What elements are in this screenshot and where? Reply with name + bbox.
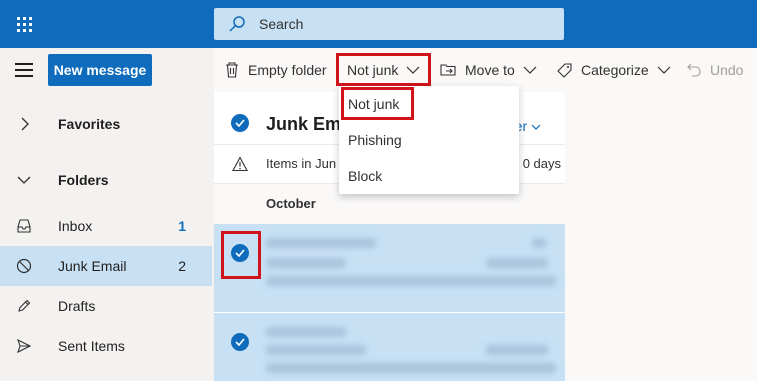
- move-folder-icon: [440, 64, 456, 76]
- message-checkbox[interactable]: [231, 333, 249, 351]
- move-to-label: Move to: [465, 62, 515, 78]
- menu-item-label: Phishing: [348, 132, 402, 148]
- month-label: October: [266, 196, 316, 211]
- redacted-sender: [266, 238, 376, 248]
- redacted-preview: [266, 276, 556, 286]
- message-row[interactable]: [214, 313, 565, 381]
- search-icon: [229, 16, 245, 32]
- sidebar-item-sent-items[interactable]: Sent Items: [0, 326, 212, 366]
- new-message-button[interactable]: New message: [48, 54, 152, 86]
- send-icon: [17, 338, 32, 354]
- menu-item-label: Block: [348, 168, 383, 184]
- redacted-subject: [266, 258, 346, 268]
- unread-count: 1: [178, 218, 186, 234]
- sidebar-item-junk-email[interactable]: Junk Email 2: [0, 246, 212, 286]
- sidebar-item-label: Junk Email: [58, 258, 127, 274]
- blocked-icon: [16, 258, 32, 274]
- search-input[interactable]: Search: [259, 16, 303, 32]
- redacted-sender: [266, 327, 346, 337]
- chevron-down-icon: [531, 124, 541, 130]
- undo-label: Undo: [710, 62, 744, 78]
- folders-label: Folders: [58, 172, 109, 188]
- empty-folder-button[interactable]: Empty folder: [224, 48, 327, 92]
- chevron-down-icon: [17, 176, 31, 184]
- tag-icon: [557, 62, 572, 78]
- notice-text: Items in Jun: [266, 156, 337, 171]
- waffle-icon: [16, 16, 32, 32]
- top-bar: Search: [0, 0, 757, 48]
- reading-pane: [566, 92, 757, 381]
- navigation-pane: New message Favorites Folders Inbox 1 Ju…: [0, 48, 214, 381]
- undo-icon: [687, 63, 701, 77]
- checkmark-icon: [235, 338, 245, 346]
- sidebar-item-label: Drafts: [58, 298, 96, 314]
- notice-days: 0 days: [522, 156, 561, 171]
- chevron-down-icon: [523, 66, 537, 74]
- redacted-subject: [266, 345, 366, 355]
- item-count: 2: [178, 258, 186, 274]
- checkmark-icon: [235, 119, 245, 127]
- trash-icon: [226, 62, 238, 78]
- categorize-label: Categorize: [581, 62, 649, 78]
- select-all-checkbox[interactable]: [231, 114, 249, 132]
- highlight-menu-item-not-junk: [341, 87, 414, 120]
- menu-item-phishing[interactable]: Phishing: [339, 122, 519, 158]
- empty-folder-label: Empty folder: [248, 62, 327, 78]
- warning-icon: [232, 156, 248, 172]
- sidebar-item-drafts[interactable]: Drafts: [0, 286, 212, 326]
- highlight-not-junk-button: [336, 53, 431, 86]
- pencil-icon: [18, 299, 31, 312]
- sidebar-item-inbox[interactable]: Inbox 1: [0, 206, 212, 246]
- not-junk-dropdown-menu: Not junk Phishing Block: [339, 86, 519, 194]
- highlight-message-checkbox: [221, 231, 261, 279]
- redacted-preview: [266, 363, 556, 373]
- favorites-group[interactable]: Favorites: [0, 104, 212, 144]
- app-launcher-button[interactable]: [0, 0, 48, 48]
- inbox-icon: [17, 219, 31, 233]
- favorites-label: Favorites: [58, 116, 121, 132]
- search-box[interactable]: Search: [214, 8, 564, 40]
- sidebar-item-label: Inbox: [58, 218, 93, 234]
- categorize-button[interactable]: Categorize: [556, 48, 671, 92]
- chevron-right-icon: [21, 117, 29, 131]
- redacted-date: [486, 345, 548, 355]
- folders-group[interactable]: Folders: [0, 160, 212, 200]
- hamburger-menu-icon[interactable]: [15, 63, 33, 77]
- menu-item-block[interactable]: Block: [339, 158, 519, 194]
- redacted-icon: [532, 238, 546, 248]
- sidebar-item-label: Sent Items: [58, 338, 125, 354]
- message-row[interactable]: [214, 224, 565, 312]
- undo-button[interactable]: Undo: [686, 48, 743, 92]
- redacted-date: [486, 258, 548, 268]
- chevron-down-icon: [657, 66, 671, 74]
